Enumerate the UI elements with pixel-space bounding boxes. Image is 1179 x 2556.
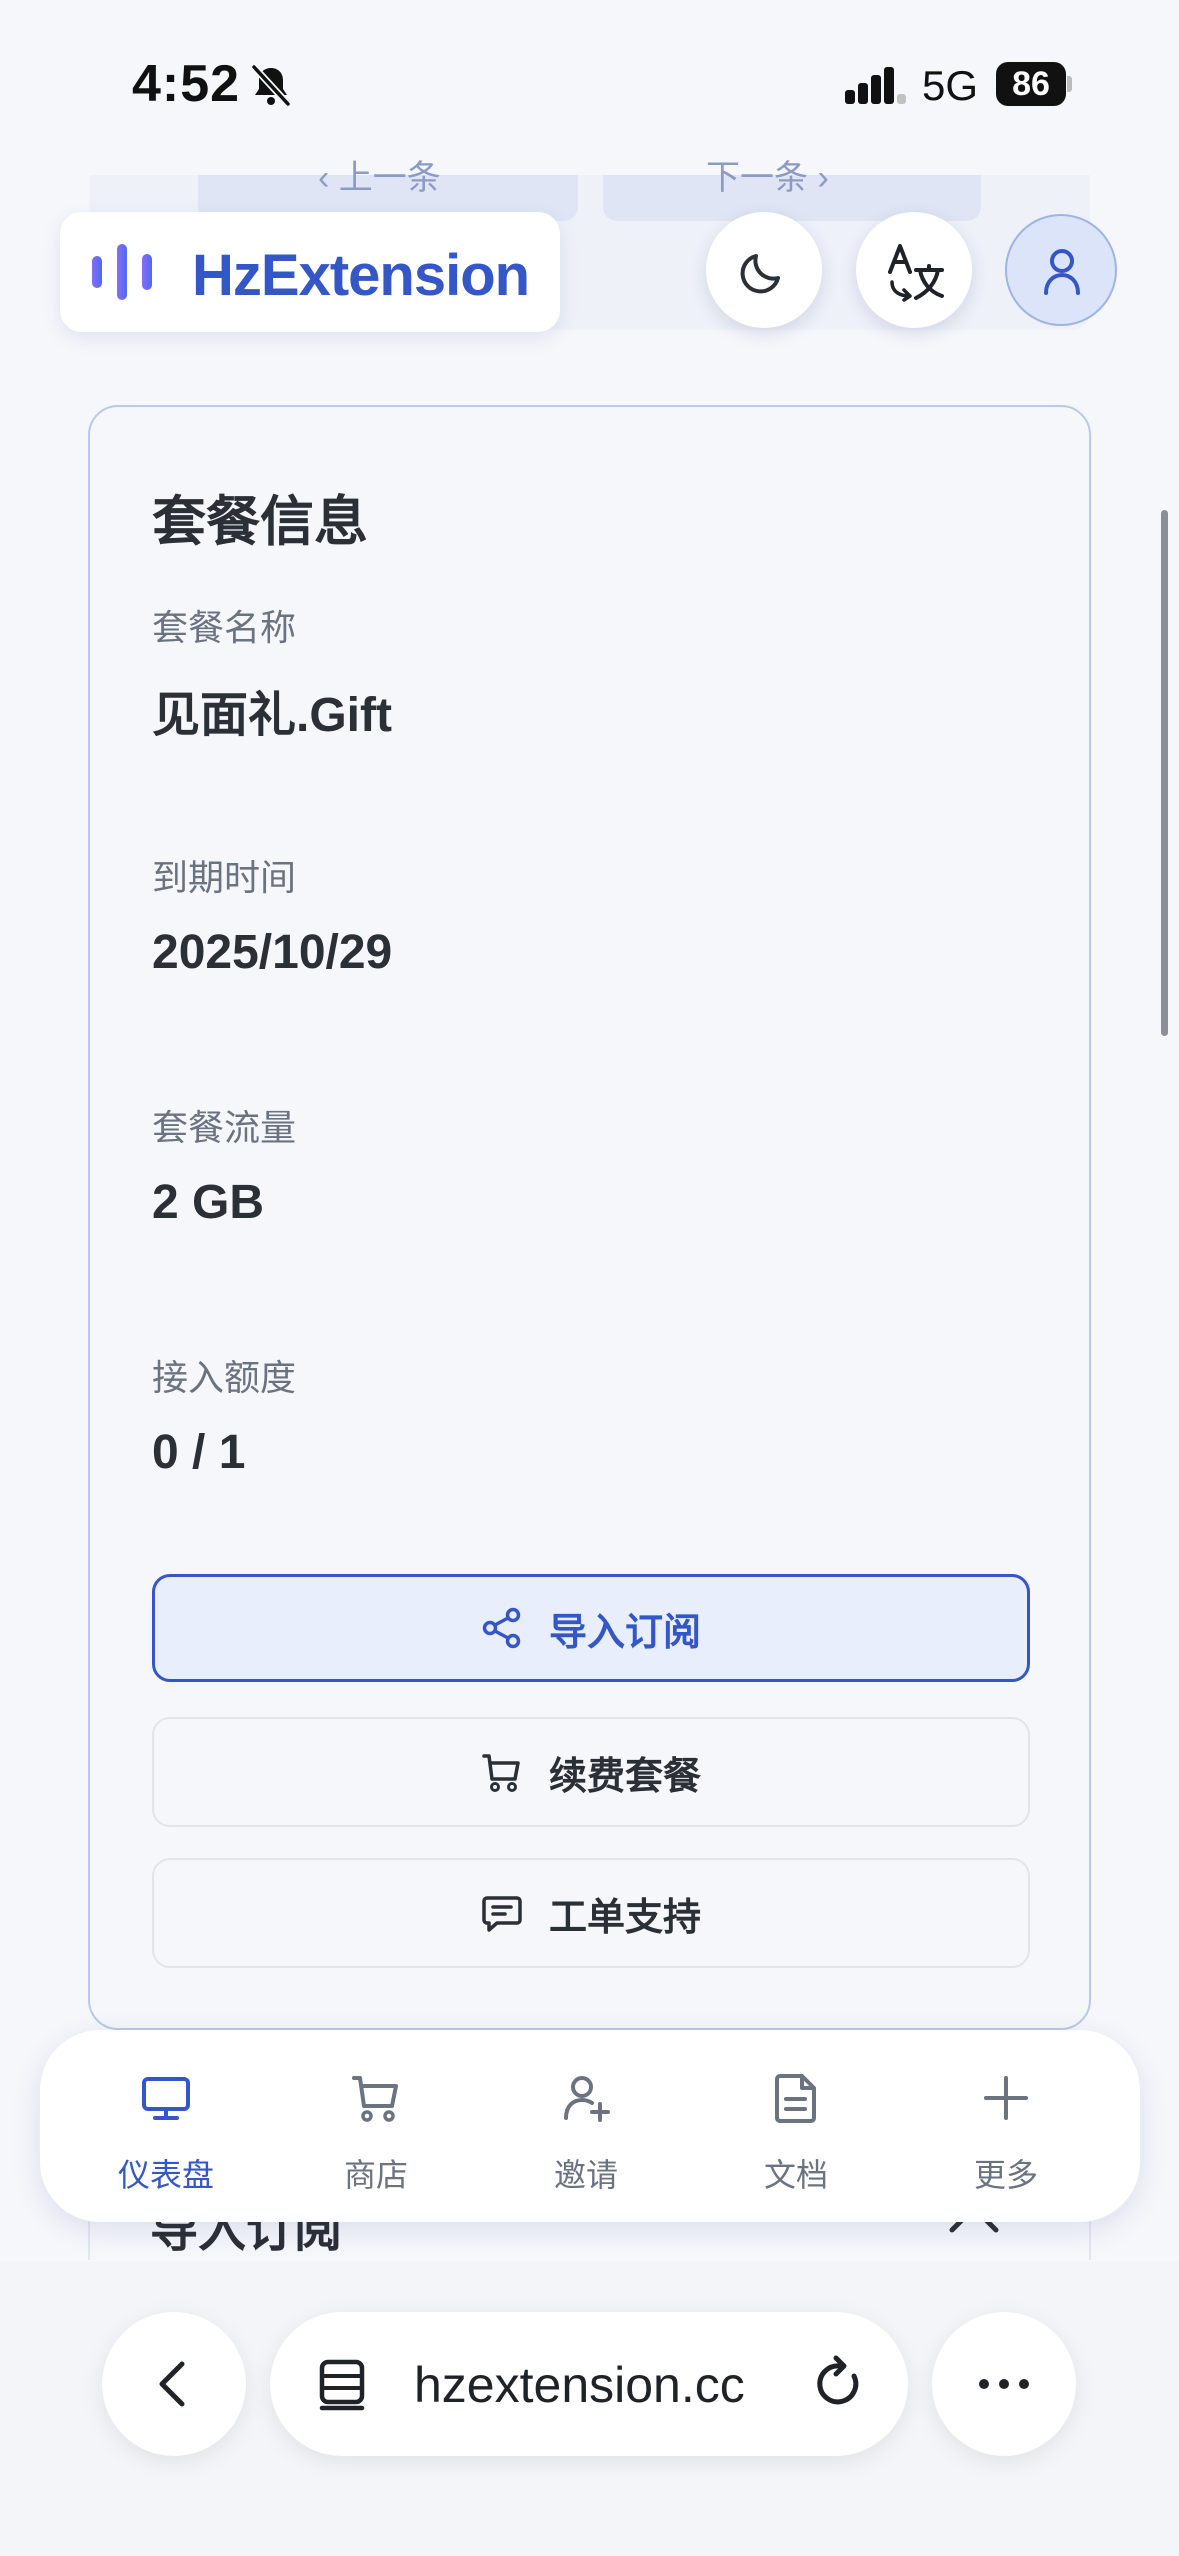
cellular-signal-icon xyxy=(845,66,907,104)
message-icon xyxy=(481,1892,523,1934)
status-bar: 4:52 5G 86 xyxy=(0,0,1179,170)
page-menu-icon[interactable] xyxy=(316,2354,372,2414)
battery-level: 86 xyxy=(1012,65,1050,103)
plan-name-label: 套餐名称 xyxy=(152,607,297,648)
tab-more-label: 更多 xyxy=(973,2157,1038,2193)
tab-store-label: 商店 xyxy=(343,2157,408,2193)
reload-icon[interactable] xyxy=(810,2354,870,2414)
traffic-value: 2 GB xyxy=(152,1176,265,1229)
brand-logo[interactable]: HzExtension xyxy=(60,212,560,332)
tab-docs[interactable]: 文档 xyxy=(706,2030,886,2222)
tab-invite[interactable]: 邀请 xyxy=(496,2030,676,2222)
share-icon xyxy=(481,1607,523,1649)
card-title: 套餐信息 xyxy=(152,492,368,552)
tab-more[interactable]: 更多 xyxy=(916,2030,1096,2222)
support-ticket-label: 工单支持 xyxy=(548,1896,701,1939)
tab-dashboard-label: 仪表盘 xyxy=(117,2157,214,2193)
battery-tip xyxy=(1067,76,1072,92)
device-quota-label: 接入额度 xyxy=(152,1357,297,1398)
cart-icon xyxy=(481,1751,523,1793)
support-ticket-button[interactable]: 工单支持 xyxy=(152,1858,1030,1968)
user-menu-button[interactable] xyxy=(1005,214,1117,326)
next-button-label: 下一条 › xyxy=(706,159,829,197)
tab-dashboard[interactable]: 仪表盘 xyxy=(76,2030,256,2222)
renew-plan-label: 续费套餐 xyxy=(548,1755,701,1798)
traffic-label: 套餐流量 xyxy=(152,1107,297,1148)
language-button[interactable] xyxy=(856,212,972,328)
logo-mark-icon xyxy=(90,242,170,302)
device-quota-value: 0 / 1 xyxy=(152,1426,246,1479)
plan-info-card: 套餐信息 套餐名称 见面礼.Gift 到期时间 2025/10/29 套餐流量 … xyxy=(88,405,1091,2030)
address-bar[interactable]: hzextension.cc xyxy=(270,2312,908,2456)
browser-more-button[interactable] xyxy=(932,2312,1076,2456)
url-text[interactable]: hzextension.cc xyxy=(414,2356,745,2414)
tab-store[interactable]: 商店 xyxy=(286,2030,466,2222)
bell-slash-icon xyxy=(250,64,292,108)
battery-indicator: 86 xyxy=(996,62,1072,106)
expiry-label: 到期时间 xyxy=(152,857,297,898)
renew-plan-button[interactable]: 续费套餐 xyxy=(152,1717,1030,1827)
network-type: 5G xyxy=(922,62,979,109)
import-subscription-button[interactable]: 导入订阅 xyxy=(152,1574,1030,1682)
tab-docs-label: 文档 xyxy=(763,2157,828,2193)
page-scrollbar[interactable] xyxy=(1161,510,1168,1036)
bottom-tab-bar: 仪表盘 商店 邀请 文档 更多 xyxy=(40,2030,1140,2222)
browser-back-button[interactable] xyxy=(102,2312,246,2456)
expiry-value: 2025/10/29 xyxy=(152,926,393,979)
prev-button-label: ‹ 上一条 xyxy=(318,159,441,197)
tab-invite-label: 邀请 xyxy=(553,2157,618,2193)
brand-name: HzExtension xyxy=(192,243,530,308)
status-time: 4:52 xyxy=(132,55,241,113)
import-subscription-label: 导入订阅 xyxy=(548,1611,701,1654)
theme-toggle-button[interactable] xyxy=(706,212,822,328)
plan-name-value: 见面礼.Gift xyxy=(152,689,392,742)
